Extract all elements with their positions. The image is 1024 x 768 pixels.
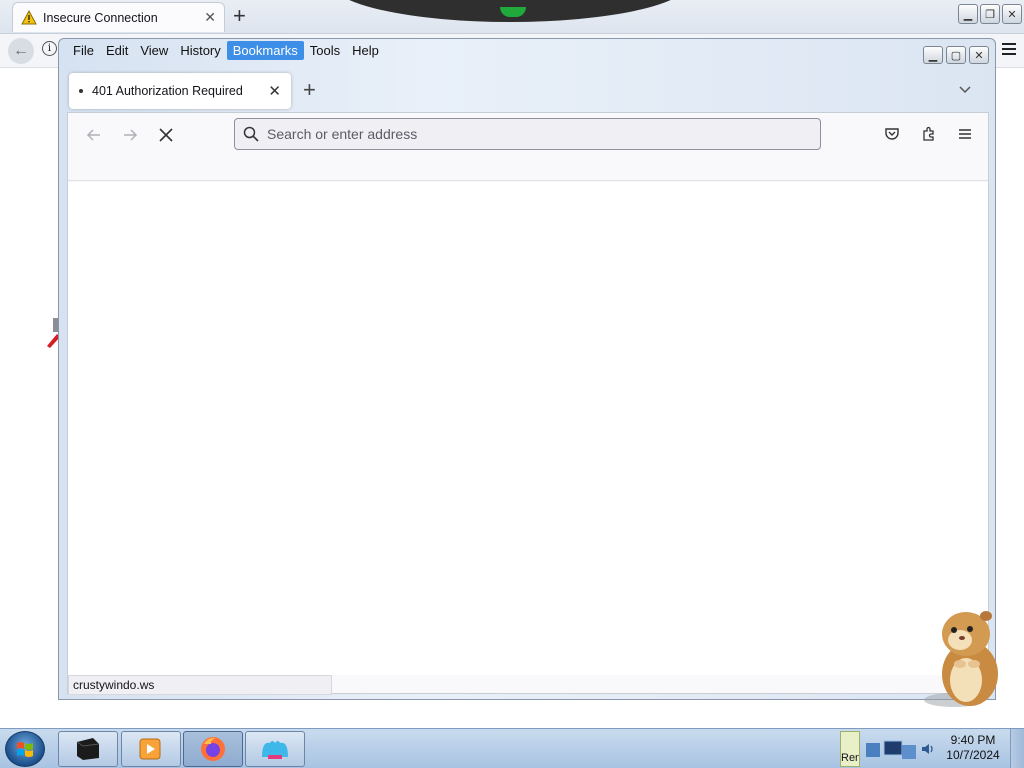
terminal-icon bbox=[76, 738, 100, 760]
close-icon[interactable]: ✕ bbox=[204, 9, 216, 26]
clock[interactable]: 9:40 PM 10/7/2024 bbox=[940, 733, 1006, 763]
tray-notification[interactable]: Ren bbox=[840, 731, 860, 767]
background-tab-bar: Insecure Connection ✕ + ▁ ❐ ✕ bbox=[0, 0, 1024, 34]
show-desktop-button[interactable] bbox=[1010, 729, 1024, 768]
restore-button[interactable]: ❐ bbox=[980, 4, 1000, 24]
menu-edit[interactable]: Edit bbox=[100, 41, 134, 60]
minimize-button[interactable]: ▁ bbox=[958, 4, 978, 24]
system-tray: Ren bbox=[840, 731, 940, 767]
app-shell-icon bbox=[262, 741, 288, 759]
media-player-icon bbox=[139, 738, 161, 760]
hamster-mascot-icon[interactable] bbox=[920, 604, 1010, 710]
menu-view[interactable]: View bbox=[134, 41, 174, 60]
top-bezel-decoration bbox=[330, 0, 690, 22]
extensions-icon[interactable] bbox=[918, 123, 940, 145]
menu-bookmarks[interactable]: Bookmarks bbox=[226, 41, 304, 60]
taskbar: Ren 9:40 PM 10/7/2024 bbox=[0, 728, 1024, 768]
tray-label: Ren bbox=[841, 752, 860, 764]
plus-icon[interactable]: + bbox=[233, 5, 246, 27]
menu-history[interactable]: History bbox=[174, 41, 226, 60]
clock-time: 9:40 PM bbox=[950, 733, 996, 747]
hamburger-menu-icon[interactable] bbox=[1002, 43, 1016, 58]
search-icon bbox=[243, 126, 259, 142]
browser-content-frame: crustywindo.ws bbox=[67, 112, 989, 695]
menu-tools[interactable]: Tools bbox=[304, 41, 346, 60]
taskbar-terminal[interactable] bbox=[58, 731, 118, 767]
network-icon[interactable] bbox=[864, 737, 920, 763]
windows-logo-icon bbox=[17, 742, 33, 757]
menu-bar: File Edit View History Bookmarks Tools H… bbox=[67, 41, 385, 61]
menu-help[interactable]: Help bbox=[346, 41, 385, 60]
close-button[interactable]: ✕ bbox=[969, 46, 989, 64]
firefox-icon bbox=[201, 737, 225, 761]
browser-window: File Edit View History Bookmarks Tools H… bbox=[58, 38, 996, 700]
back-arrow-icon[interactable]: ← bbox=[8, 38, 34, 64]
info-icon[interactable]: i bbox=[42, 41, 57, 56]
taskbar-media-player[interactable] bbox=[121, 731, 181, 767]
close-button[interactable]: ✕ bbox=[1002, 4, 1022, 24]
taskbar-firefox[interactable] bbox=[183, 731, 243, 767]
speaker-icon[interactable] bbox=[920, 741, 936, 757]
chevron-down-icon[interactable] bbox=[959, 83, 971, 95]
page-content bbox=[68, 182, 988, 675]
maximize-button[interactable]: ▢ bbox=[946, 46, 966, 64]
green-indicator-icon bbox=[500, 7, 526, 17]
minimize-button[interactable]: ▁ bbox=[923, 46, 943, 64]
search-input[interactable] bbox=[267, 126, 807, 142]
tab-401-authorization[interactable]: 401 Authorization Required ✕ bbox=[69, 73, 291, 109]
pocket-icon[interactable] bbox=[881, 123, 903, 145]
back-arrow-icon[interactable] bbox=[82, 123, 106, 147]
tab-strip: 401 Authorization Required ✕ + bbox=[67, 73, 989, 111]
tab-title: 401 Authorization Required bbox=[92, 84, 243, 98]
address-bar[interactable] bbox=[234, 118, 821, 150]
taskbar-app-shell[interactable] bbox=[245, 731, 305, 767]
window-controls: ▁ ▢ ✕ bbox=[923, 46, 989, 64]
forward-arrow-icon[interactable] bbox=[118, 123, 142, 147]
stop-icon[interactable] bbox=[154, 123, 178, 147]
clock-date: 10/7/2024 bbox=[946, 748, 1000, 762]
status-bar: crustywindo.ws bbox=[68, 675, 332, 695]
plus-icon[interactable]: + bbox=[303, 79, 316, 101]
navigation-toolbar bbox=[68, 113, 988, 181]
menu-file[interactable]: File bbox=[67, 41, 100, 60]
background-tab-title: Insecure Connection bbox=[43, 10, 158, 25]
warning-icon bbox=[21, 9, 37, 24]
start-button[interactable] bbox=[5, 731, 45, 767]
loading-dot-icon bbox=[79, 89, 83, 93]
background-window-controls: ▁ ❐ ✕ bbox=[958, 4, 1022, 24]
background-tab[interactable]: Insecure Connection ✕ bbox=[12, 2, 225, 32]
close-icon[interactable]: ✕ bbox=[268, 82, 281, 100]
hamburger-menu-icon[interactable] bbox=[954, 123, 976, 145]
